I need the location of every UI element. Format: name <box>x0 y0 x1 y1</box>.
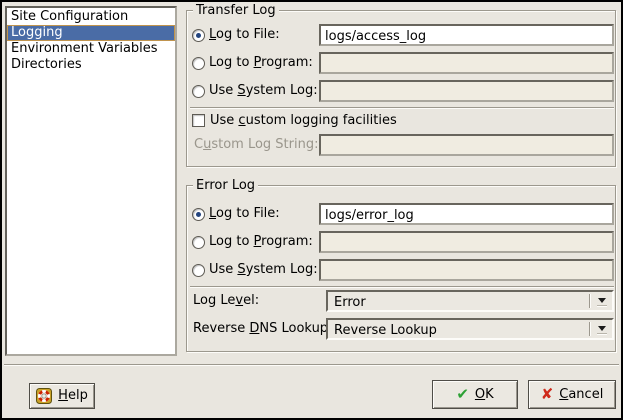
dropdown-dash <box>597 333 607 335</box>
transfer-use-system-log-label[interactable]: Use System Log: <box>209 83 318 99</box>
ok-button-label: OK <box>475 387 494 403</box>
category-list: Site Configuration Logging Environment V… <box>5 6 177 356</box>
sidebar-item-directories[interactable]: Directories <box>7 57 175 73</box>
life-buoy-icon <box>36 388 52 404</box>
dropdown-groove <box>589 294 591 308</box>
error-log-separator <box>190 286 614 288</box>
chevron-down-icon <box>598 326 606 331</box>
custom-logging-checkbox-label[interactable]: Use custom logging facilities <box>210 113 397 129</box>
x-icon: ✘ <box>541 387 554 402</box>
error-use-system-log-label[interactable]: Use System Log: <box>209 262 318 278</box>
cancel-button[interactable]: ✘ Cancel <box>528 380 616 409</box>
log-level-label: Log Level: <box>193 293 259 309</box>
cancel-button-label: Cancel <box>559 387 603 403</box>
transfer-log-program-input <box>319 52 614 74</box>
error-use-system-log-radio[interactable] <box>192 264 205 277</box>
action-area-separator <box>4 364 619 366</box>
transfer-log-file-input[interactable]: logs/access_log <box>319 24 614 46</box>
error-log-program-input <box>319 231 614 253</box>
ok-button[interactable]: ✔ OK <box>432 380 518 409</box>
logging-settings-window: Site Configuration Logging Environment V… <box>0 0 623 420</box>
transfer-log-separator <box>190 107 614 109</box>
sidebar-item-site-configuration[interactable]: Site Configuration <box>7 9 175 25</box>
transfer-log-to-file-label[interactable]: Log to File: <box>209 27 280 43</box>
dropdown-groove <box>589 322 591 336</box>
error-log-to-program-radio[interactable] <box>192 236 205 249</box>
custom-log-string-input <box>319 134 614 156</box>
custom-log-string-label: Custom Log String: <box>194 137 318 153</box>
transfer-system-log-input <box>319 80 614 102</box>
error-log-legend: Error Log <box>193 178 258 193</box>
log-level-dropdown[interactable]: Error <box>326 290 614 312</box>
custom-logging-checkbox[interactable] <box>192 114 205 127</box>
transfer-log-legend: Transfer Log <box>193 3 279 18</box>
chevron-down-icon <box>598 298 606 303</box>
transfer-use-system-log-radio[interactable] <box>192 85 205 98</box>
transfer-log-to-program-radio[interactable] <box>192 57 205 70</box>
error-log-to-file-radio[interactable] <box>192 208 205 221</box>
error-log-to-file-label[interactable]: Log to File: <box>209 206 280 222</box>
check-icon: ✔ <box>456 387 469 402</box>
error-log-file-input[interactable]: logs/error_log <box>319 203 614 225</box>
dropdown-dash <box>597 305 607 307</box>
transfer-log-to-file-radio[interactable] <box>192 29 205 42</box>
help-button[interactable]: Help <box>29 383 95 409</box>
help-button-label: Help <box>58 388 88 404</box>
reverse-dns-dropdown[interactable]: Reverse Lookup <box>326 318 614 340</box>
reverse-dns-label: Reverse DNS Lookup: <box>193 321 332 337</box>
error-system-log-input <box>319 259 614 281</box>
transfer-log-to-program-label[interactable]: Log to Program: <box>209 55 313 71</box>
sidebar-item-logging[interactable]: Logging <box>7 25 175 41</box>
sidebar-item-environment-variables[interactable]: Environment Variables <box>7 41 175 57</box>
error-log-to-program-label[interactable]: Log to Program: <box>209 234 313 250</box>
